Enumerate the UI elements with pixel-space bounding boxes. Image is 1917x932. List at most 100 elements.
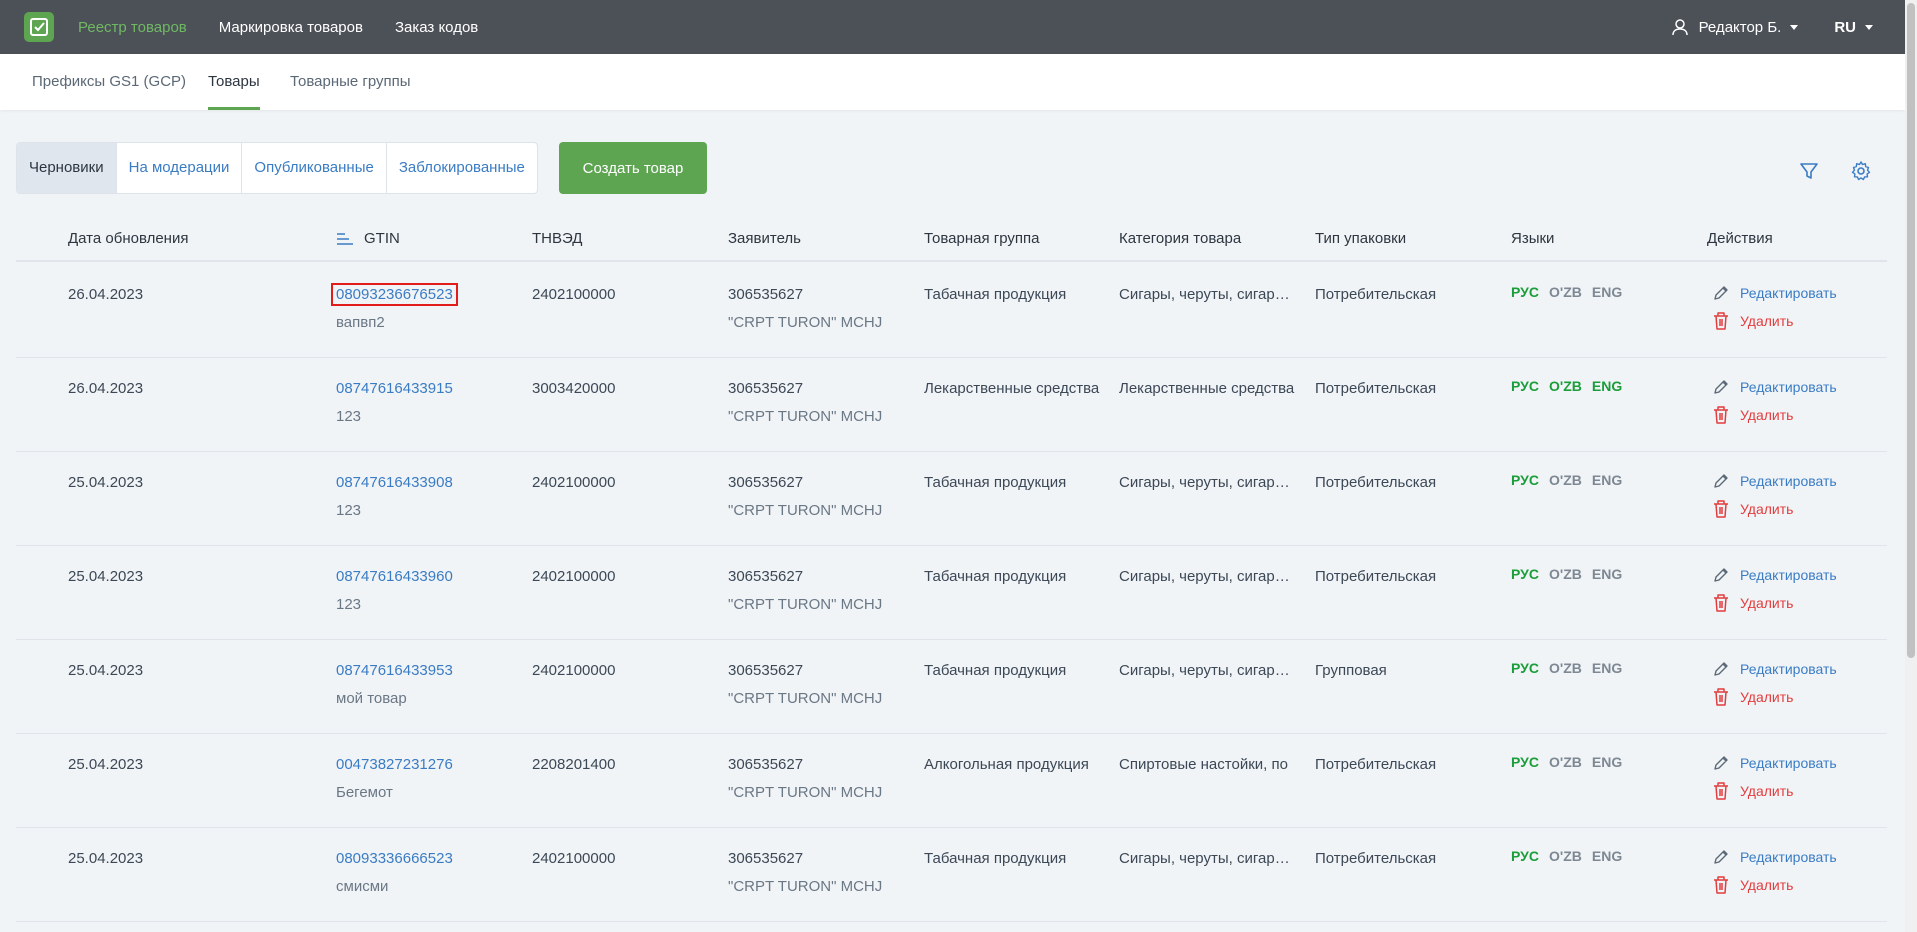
gtin-link[interactable]: 08747616433960: [336, 568, 453, 585]
edit-label: Редактировать: [1740, 285, 1837, 301]
filter-icon[interactable]: [1798, 160, 1820, 182]
delete-button[interactable]: Удалить: [1712, 311, 1793, 331]
delete-label: Удалить: [1740, 501, 1794, 517]
edit-button[interactable]: Редактировать: [1712, 660, 1837, 678]
language-tag[interactable]: РУС: [1511, 660, 1539, 676]
edit-button[interactable]: Редактировать: [1712, 754, 1837, 772]
nav-product-marking[interactable]: Маркировка товаров: [219, 19, 363, 36]
language-tag[interactable]: РУС: [1511, 566, 1539, 582]
col-date[interactable]: Дата обновления: [68, 230, 188, 247]
delete-button[interactable]: Удалить: [1712, 405, 1793, 425]
row-category: Лекарственные средства: [1119, 380, 1295, 397]
status-tab-drafts[interactable]: Черновики: [17, 143, 117, 193]
scrollbar[interactable]: [1905, 0, 1917, 932]
language-tag[interactable]: РУС: [1511, 472, 1539, 488]
row-package-type: Групповая: [1315, 662, 1387, 679]
language-tag[interactable]: ENG: [1592, 472, 1622, 488]
applicant-id: 306535627: [728, 662, 804, 679]
gtin-link[interactable]: 08093236676523: [331, 283, 458, 306]
product-name: мой товар: [336, 690, 407, 707]
status-tab-blocked[interactable]: Заблокированные: [387, 143, 537, 193]
trash-icon: [1714, 782, 1728, 800]
gtin-link[interactable]: 08093336666523: [336, 850, 453, 867]
delete-button[interactable]: Удалить: [1712, 781, 1793, 801]
language-tag[interactable]: O'ZB: [1549, 754, 1582, 770]
delete-button[interactable]: Удалить: [1712, 875, 1793, 895]
col-product-group[interactable]: Товарная группа: [924, 230, 1039, 247]
language-tag[interactable]: ENG: [1592, 284, 1622, 300]
row-date: 25.04.2023: [68, 850, 144, 867]
language-tag[interactable]: O'ZB: [1549, 660, 1582, 676]
gtin-link[interactable]: 08747616433953: [336, 662, 453, 679]
language-tag[interactable]: ENG: [1592, 566, 1622, 582]
language-tag[interactable]: ENG: [1592, 378, 1622, 394]
tab-products[interactable]: Товары: [208, 54, 260, 110]
col-category[interactable]: Категория товара: [1119, 230, 1241, 247]
table-row: 25.04.2023 08093336666523 смисми 2402100…: [16, 828, 1887, 922]
tab-gs1-prefixes[interactable]: Префиксы GS1 (GCP): [32, 54, 186, 110]
col-applicant[interactable]: Заявитель: [728, 230, 801, 247]
table-row: 26.04.2023 08747616433915 123 3003420000…: [16, 358, 1887, 452]
delete-label: Удалить: [1740, 407, 1794, 423]
language-tag[interactable]: ENG: [1592, 660, 1622, 676]
col-gtin[interactable]: GTIN: [336, 230, 400, 247]
table-row: 26.04.2023 08093236676523 вапвп2 2402100…: [16, 264, 1887, 358]
edit-button[interactable]: Редактировать: [1712, 284, 1837, 302]
language-tag[interactable]: РУС: [1511, 378, 1539, 394]
row-languages: РУС O'ZB ENG: [1511, 472, 1632, 488]
language-tag[interactable]: O'ZB: [1549, 472, 1582, 488]
language-tag[interactable]: O'ZB: [1549, 848, 1582, 864]
gtin-link[interactable]: 00473827231276: [336, 756, 453, 773]
pencil-icon: [1714, 474, 1728, 488]
status-tab-published[interactable]: Опубликованные: [242, 143, 387, 193]
row-product-group: Табачная продукция: [924, 662, 1067, 679]
row-tnved: 2402100000: [532, 474, 616, 491]
user-menu[interactable]: Редактор Б.: [1671, 18, 1799, 36]
language-tag[interactable]: РУС: [1511, 848, 1539, 864]
row-languages: РУС O'ZB ENG: [1511, 378, 1632, 394]
edit-button[interactable]: Редактировать: [1712, 472, 1837, 490]
row-languages: РУС O'ZB ENG: [1511, 566, 1632, 582]
delete-label: Удалить: [1740, 313, 1794, 329]
pencil-icon: [1714, 850, 1728, 864]
edit-button[interactable]: Редактировать: [1712, 848, 1837, 866]
edit-button[interactable]: Редактировать: [1712, 378, 1837, 396]
gtin-link[interactable]: 08747616433915: [336, 380, 453, 397]
tab-product-groups[interactable]: Товарные группы: [290, 54, 411, 110]
gear-icon[interactable]: [1850, 160, 1872, 182]
trash-icon: [1714, 406, 1728, 424]
language-tag[interactable]: РУС: [1511, 284, 1539, 300]
gtin-link[interactable]: 08747616433908: [336, 474, 453, 491]
app-logo-icon[interactable]: [24, 12, 54, 42]
edit-label: Редактировать: [1740, 661, 1837, 677]
row-package-type: Потребительская: [1315, 568, 1437, 585]
col-tnved[interactable]: ТНВЭД: [532, 230, 582, 247]
delete-button[interactable]: Удалить: [1712, 593, 1793, 613]
language-tag[interactable]: ENG: [1592, 848, 1622, 864]
create-product-button[interactable]: Создать товар: [559, 142, 707, 194]
status-filter-group: Черновики На модерации Опубликованные За…: [16, 142, 538, 194]
pencil-icon: [1714, 662, 1728, 676]
language-tag[interactable]: O'ZB: [1549, 566, 1582, 582]
nav-code-orders[interactable]: Заказ кодов: [395, 19, 478, 36]
row-languages: РУС O'ZB ENG: [1511, 848, 1632, 864]
language-selector[interactable]: RU: [1834, 19, 1873, 36]
pencil-icon: [1714, 286, 1728, 300]
scrollbar-thumb[interactable]: [1907, 3, 1915, 658]
row-category: Сигары, черуты, сигариллы: [1119, 286, 1297, 303]
delete-button[interactable]: Удалить: [1712, 499, 1793, 519]
edit-button[interactable]: Редактировать: [1712, 566, 1837, 584]
status-tab-moderation[interactable]: На модерации: [117, 143, 243, 193]
row-tnved: 3003420000: [532, 380, 616, 397]
col-package-type[interactable]: Тип упаковки: [1315, 230, 1406, 247]
delete-button[interactable]: Удалить: [1712, 687, 1793, 707]
language-tag[interactable]: РУС: [1511, 754, 1539, 770]
nav-product-registry[interactable]: Реестр товаров: [78, 19, 187, 36]
row-date: 25.04.2023: [68, 568, 144, 585]
row-category: Сигары, черуты, сигариллы: [1119, 568, 1297, 585]
language-tag[interactable]: O'ZB: [1549, 284, 1582, 300]
row-date: 25.04.2023: [68, 756, 144, 773]
language-tag[interactable]: O'ZB: [1549, 378, 1582, 394]
product-name: смисми: [336, 878, 389, 895]
language-tag[interactable]: ENG: [1592, 754, 1622, 770]
